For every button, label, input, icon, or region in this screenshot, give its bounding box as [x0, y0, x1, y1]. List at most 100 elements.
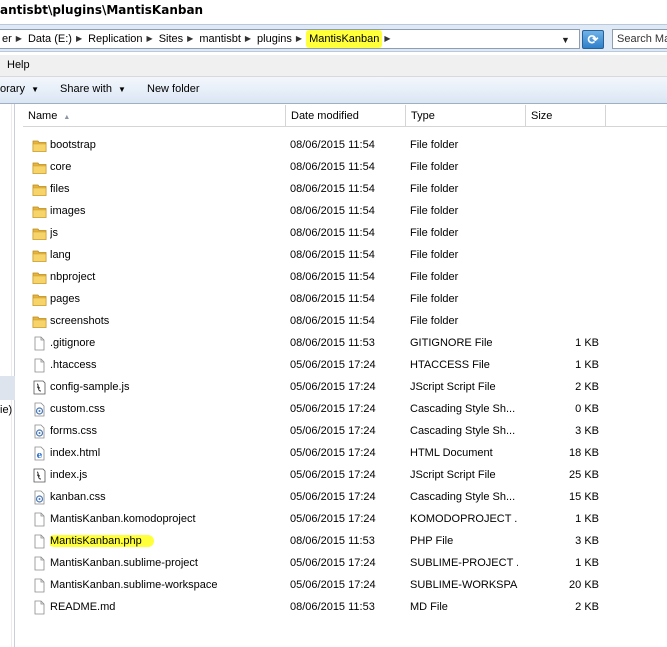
file-name: MantisKanban.sublime-project — [50, 557, 198, 569]
file-row[interactable]: images 08/06/2015 11:54 File folder — [23, 201, 667, 223]
chevron-down-icon: ▼ — [117, 85, 126, 94]
file-date-modified: 08/06/2015 11:54 — [290, 227, 375, 239]
file-name: screenshots — [50, 315, 110, 327]
file-name: images — [50, 205, 86, 217]
navigation-selected-item[interactable] — [0, 376, 15, 400]
breadcrumb-arrow-icon[interactable]: ▶ — [294, 35, 306, 43]
file-name-cell: MantisKanban.php — [50, 535, 285, 547]
library-button[interactable]: orary ▼ — [0, 83, 39, 95]
file-name: bootstrap — [50, 139, 96, 151]
file-icon — [32, 336, 47, 351]
file-date-modified: 08/06/2015 11:54 — [290, 271, 375, 283]
file-row[interactable]: .htaccess 05/06/2015 17:24 HTACCESS File 1 … — [23, 355, 667, 377]
file-date-modified: 05/06/2015 17:24 — [290, 359, 376, 371]
file-row[interactable]: MantisKanban.komodoproject 05/06/2015 17:… — [23, 509, 667, 531]
file-icon — [32, 512, 47, 527]
file-row[interactable]: .gitignore 08/06/2015 11:53 GITIGNORE File… — [23, 333, 667, 355]
file-type: GITIGNORE File — [410, 337, 493, 349]
file-date-modified: 08/06/2015 11:53 — [290, 535, 375, 547]
file-row[interactable]: nbproject 08/06/2015 11:54 File folder — [23, 267, 667, 289]
file-date-modified: 08/06/2015 11:54 — [290, 183, 375, 195]
file-row[interactable]: MantisKanban.php 08/06/2015 11:53 PHP File… — [23, 531, 667, 553]
breadcrumb-item[interactable]: Sites — [157, 30, 185, 48]
file-name: MantisKanban.komodoproject — [50, 513, 196, 525]
file-icon — [32, 534, 47, 549]
file-row[interactable]: files 08/06/2015 11:54 File folder — [23, 179, 667, 201]
file-size: 3 KB — [575, 535, 599, 547]
file-date-modified: 05/06/2015 17:24 — [290, 513, 376, 525]
file-row[interactable]: pages 08/06/2015 11:54 File folder — [23, 289, 667, 311]
column-name-label: Name — [28, 110, 58, 122]
file-size: 0 KB — [575, 403, 599, 415]
breadcrumb-arrow-icon[interactable]: ▶ — [14, 35, 26, 43]
file-date-modified: 05/06/2015 17:24 — [290, 447, 376, 459]
file-row[interactable]: screenshots 08/06/2015 11:54 File folder — [23, 311, 667, 333]
column-header-size[interactable]: Size — [526, 105, 606, 127]
file-type: PHP File — [410, 535, 454, 547]
file-type: Cascading Style Sh... — [410, 491, 516, 503]
column-header-name[interactable]: Name ▲ — [23, 105, 286, 127]
navigation-pane[interactable]: ie) — [0, 104, 15, 647]
file-row[interactable]: README.md 08/06/2015 11:53 MD File 2 KB — [23, 597, 667, 619]
breadcrumb-arrow-icon[interactable]: ▶ — [382, 35, 394, 43]
file-date-modified: 08/06/2015 11:54 — [290, 139, 375, 151]
file-row[interactable]: custom.css 05/06/2015 17:24 Cascading Styl… — [23, 399, 667, 421]
breadcrumb-arrow-icon[interactable]: ▶ — [74, 35, 86, 43]
breadcrumb-item[interactable]: Data (E:) — [26, 30, 74, 48]
file-date-modified: 05/06/2015 17:24 — [290, 557, 376, 569]
file-row[interactable]: bootstrap 08/06/2015 11:54 File folder — [23, 135, 667, 157]
share-with-button[interactable]: Share with ▼ — [60, 83, 126, 95]
file-date-modified: 08/06/2015 11:53 — [290, 337, 375, 349]
file-row[interactable]: MantisKanban.sublime-workspace 05/06/2015… — [23, 575, 667, 597]
file-list: bootstrap 08/06/2015 11:54 File folder core… — [23, 135, 667, 619]
breadcrumb-arrow-icon[interactable]: ▶ — [145, 35, 157, 43]
breadcrumb-item[interactable]: er — [0, 30, 14, 48]
library-label: orary — [0, 83, 26, 95]
file-row[interactable]: index.js 05/06/2015 17:24 JScript Script F… — [23, 465, 667, 487]
folder-icon — [32, 182, 47, 197]
address-dropdown-icon[interactable]: ▼ — [561, 35, 570, 45]
navigation-item-label: ie) — [0, 404, 13, 416]
file-icon — [32, 556, 47, 571]
window-title: antisbt\plugins\MantisKanban — [0, 3, 204, 17]
file-type: HTML Document — [410, 447, 493, 459]
file-row[interactable]: core 08/06/2015 11:54 File folder — [23, 157, 667, 179]
file-name: .gitignore — [50, 337, 96, 349]
breadcrumb-item[interactable]: MantisKanban — [306, 30, 383, 48]
file-name: js — [50, 227, 58, 239]
file-row[interactable]: forms.css 05/06/2015 17:24 Cascading Style… — [23, 421, 667, 443]
file-name: lang — [50, 249, 71, 261]
file-row[interactable]: e index.html 05/06/2015 17:24 HTML Document… — [23, 443, 667, 465]
html-icon: e — [32, 446, 47, 461]
folder-icon — [32, 138, 47, 153]
address-bar: er ▶ Data (E:) ▶ Replication ▶ Sites ▶ mantisbt ▶… — [0, 24, 667, 52]
breadcrumb[interactable]: er ▶ Data (E:) ▶ Replication ▶ Sites ▶ mantisbt ▶… — [0, 29, 580, 49]
breadcrumb-item[interactable]: Replication — [86, 30, 144, 48]
column-header-date[interactable]: Date modified — [286, 105, 406, 127]
refresh-button[interactable]: ⟳ — [582, 30, 604, 49]
file-size: 1 KB — [575, 557, 599, 569]
file-name: config-sample.js — [50, 381, 130, 393]
folder-icon — [32, 270, 47, 285]
chevron-down-icon: ▼ — [31, 85, 39, 94]
file-name: .htaccess — [50, 359, 97, 371]
css-icon — [32, 424, 47, 439]
new-folder-button[interactable]: New folder — [147, 83, 200, 95]
file-row[interactable]: lang 08/06/2015 11:54 File folder — [23, 245, 667, 267]
sort-ascending-icon: ▲ — [63, 114, 71, 121]
file-row[interactable]: MantisKanban.sublime-project 05/06/2015 1… — [23, 553, 667, 575]
breadcrumb-item[interactable]: mantisbt — [197, 30, 243, 48]
file-date-modified: 05/06/2015 17:24 — [290, 579, 376, 591]
menu-help[interactable]: Help — [7, 59, 30, 71]
search-input[interactable]: Search Ma — [612, 29, 667, 49]
column-header-type[interactable]: Type — [406, 105, 526, 127]
breadcrumb-item[interactable]: plugins — [255, 30, 294, 48]
breadcrumb-arrow-icon[interactable]: ▶ — [185, 35, 197, 43]
breadcrumb-arrow-icon[interactable]: ▶ — [243, 35, 255, 43]
file-date-modified: 08/06/2015 11:54 — [290, 249, 375, 261]
file-date-modified: 08/06/2015 11:54 — [290, 315, 375, 327]
file-row[interactable]: js 08/06/2015 11:54 File folder — [23, 223, 667, 245]
file-row[interactable]: config-sample.js 05/06/2015 17:24 JScript … — [23, 377, 667, 399]
file-row[interactable]: kanban.css 05/06/2015 17:24 Cascading Styl… — [23, 487, 667, 509]
file-type: Cascading Style Sh... — [410, 425, 516, 437]
